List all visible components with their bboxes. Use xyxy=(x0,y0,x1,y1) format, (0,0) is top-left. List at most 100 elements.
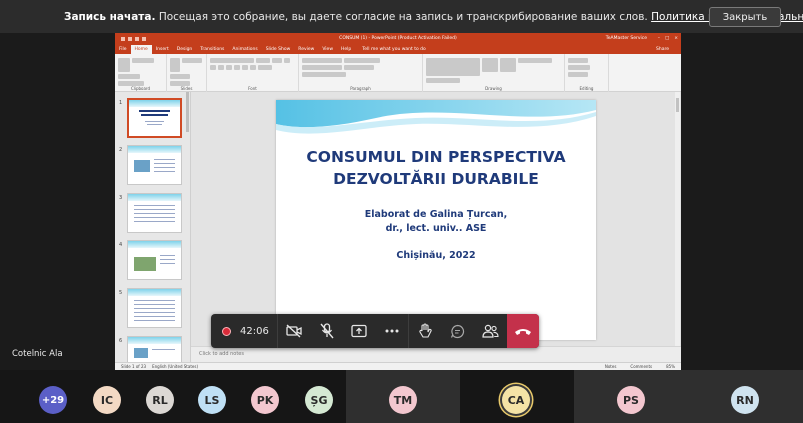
ribbon-group-label: Paragraph xyxy=(350,86,371,91)
self-name-label: Cotelnic Ala xyxy=(12,349,63,359)
thumbnails-scrollbar[interactable] xyxy=(186,92,189,132)
window-controls[interactable]: – □ × xyxy=(658,36,678,41)
slide-title-line: DEZVOLTĂRII DURABILE xyxy=(333,170,539,188)
participant-tile[interactable]: LS xyxy=(186,370,238,423)
tab-slide-show[interactable]: Slide Show xyxy=(262,45,295,54)
ppt-status-bar: Slide 1 of 23 English (United States) No… xyxy=(115,362,681,370)
hand-icon xyxy=(419,323,432,338)
ribbon-group-slides: Slides xyxy=(167,54,207,92)
raise-hand-button[interactable] xyxy=(409,314,441,348)
ribbon-group-label: Clipboard xyxy=(130,86,151,91)
slide-count: Slide 1 of 23 xyxy=(121,364,147,369)
slide-thumbnail-6[interactable] xyxy=(127,336,182,362)
slide-thumbnails-pane[interactable]: 1 2 3 4 5 6 xyxy=(115,92,191,362)
tab-view[interactable]: View xyxy=(318,45,337,54)
notes-pane[interactable]: Click to add notes xyxy=(191,346,681,362)
slide-thumbnail-4[interactable] xyxy=(127,240,182,280)
chat-icon xyxy=(451,324,465,338)
participant-tile[interactable]: IC xyxy=(80,370,134,423)
tab-help[interactable]: Help xyxy=(337,45,355,54)
slide-thumbnail-5[interactable] xyxy=(127,288,182,328)
avatar: RN xyxy=(731,386,759,414)
recording-message: Запись начата. Посещая это собрание, вы … xyxy=(64,11,803,23)
thumb-number: 1 xyxy=(119,100,123,106)
zoom-level[interactable]: 85% xyxy=(666,364,675,369)
more-actions-button[interactable] xyxy=(376,314,408,348)
close-banner-button[interactable]: Закрыть xyxy=(709,7,781,27)
ribbon-group-drawing: Drawing xyxy=(423,54,565,92)
recording-indicator: 42:06 xyxy=(211,314,279,348)
participants-button[interactable] xyxy=(474,314,506,348)
participant-tile[interactable]: ȘG xyxy=(292,370,346,423)
thumb-number: 3 xyxy=(119,195,123,201)
share-button[interactable]: Share xyxy=(652,45,673,54)
thumb-number: 5 xyxy=(119,290,123,296)
call-controls: 42:06 xyxy=(211,314,539,348)
avatar: TM xyxy=(389,386,417,414)
comments-toggle[interactable]: Comments xyxy=(630,364,652,369)
recording-title: Запись начата. xyxy=(64,10,156,23)
hang-up-icon xyxy=(514,328,531,335)
mic-toggle-button[interactable] xyxy=(311,314,343,348)
participant-tile[interactable]: PK xyxy=(238,370,292,423)
tab-design[interactable]: Design xyxy=(173,45,197,54)
tell-me-search[interactable]: Tell me what you want to do xyxy=(358,45,430,54)
record-dot-icon xyxy=(222,326,231,336)
slide-thumbnail-2[interactable] xyxy=(127,145,182,185)
maximize-icon[interactable]: □ xyxy=(665,36,669,41)
slide-title-line: CONSUMUL DIN PERSPECTIVA xyxy=(306,148,566,166)
camera-toggle-button[interactable] xyxy=(278,314,310,348)
more-icon xyxy=(385,329,399,333)
avatar: PK xyxy=(251,386,279,414)
call-timer: 42:06 xyxy=(240,325,269,337)
avatar: ȘG xyxy=(305,386,333,414)
ribbon-group-label: Drawing xyxy=(485,86,502,91)
ribbon-group-editing: Editing xyxy=(565,54,609,92)
recording-banner: Запись начата. Посещая это собрание, вы … xyxy=(0,0,803,33)
ribbon-group-font: Font xyxy=(207,54,299,92)
participant-tile[interactable]: RN xyxy=(688,370,803,423)
slide-title: CONSUMUL DIN PERSPECTIVA DEZVOLTĂRII DUR… xyxy=(276,146,596,190)
wave-decoration xyxy=(276,100,596,134)
ribbon-tabs: File Home Insert Design Transitions Anim… xyxy=(115,44,681,54)
slide-thumbnail-1[interactable] xyxy=(127,98,182,138)
ribbon-group-clipboard: Clipboard xyxy=(115,54,167,92)
leave-call-button[interactable] xyxy=(506,314,539,348)
avatar: LS xyxy=(198,386,226,414)
tab-review[interactable]: Review xyxy=(294,45,318,54)
language-status: English (United States) xyxy=(152,364,198,369)
slide-author-line: Elaborat de Galina Țurcan, xyxy=(364,209,508,220)
minimize-icon[interactable]: – xyxy=(658,36,660,41)
participant-tile-active[interactable]: CA xyxy=(460,370,574,423)
slide-author: Elaborat de Galina Țurcan, dr., lect. un… xyxy=(276,208,596,236)
avatar: IC xyxy=(93,386,121,414)
ribbon-group-label: Slides xyxy=(180,86,193,91)
more-participants-button[interactable]: +29 xyxy=(39,386,67,414)
tab-home[interactable]: Home xyxy=(130,45,152,54)
tab-file[interactable]: File xyxy=(115,45,131,54)
tab-transitions[interactable]: Transitions xyxy=(196,45,228,54)
slide-author-line: dr., lect. univ.. ASE xyxy=(385,223,487,234)
share-screen-button[interactable] xyxy=(343,314,375,348)
ribbon-group-label: Font xyxy=(248,86,257,91)
ribbon-group-paragraph: Paragraph xyxy=(299,54,423,92)
tab-insert[interactable]: Insert xyxy=(152,45,173,54)
recording-consent-text: Посещая это собрание, вы даете согласие … xyxy=(155,10,652,23)
slide-thumbnail-3[interactable] xyxy=(127,193,182,233)
participants-strip: +29 IC RL LS PK ȘG TM CA PS RN xyxy=(0,370,803,423)
ppt-titlebar: CONSUM (1) - PowerPoint (Product Activat… xyxy=(115,33,681,44)
editor-scrollbar[interactable] xyxy=(675,92,680,362)
ribbon-group-label: Editing xyxy=(579,86,594,91)
ppt-window-title: CONSUM (1) - PowerPoint (Product Activat… xyxy=(339,36,457,41)
chat-button[interactable] xyxy=(442,314,474,348)
close-icon[interactable]: × xyxy=(674,36,678,41)
tab-animations[interactable]: Animations xyxy=(228,45,261,54)
notes-toggle[interactable]: Notes xyxy=(605,364,617,369)
thumb-number: 6 xyxy=(119,338,123,344)
share-screen-icon xyxy=(351,324,367,338)
avatar: CA xyxy=(502,386,530,414)
participant-tile[interactable]: TM xyxy=(346,370,460,423)
participant-tile[interactable]: PS xyxy=(574,370,688,423)
current-slide[interactable]: CONSUMUL DIN PERSPECTIVA DEZVOLTĂRII DUR… xyxy=(276,100,596,340)
participant-tile[interactable]: RL xyxy=(134,370,186,423)
